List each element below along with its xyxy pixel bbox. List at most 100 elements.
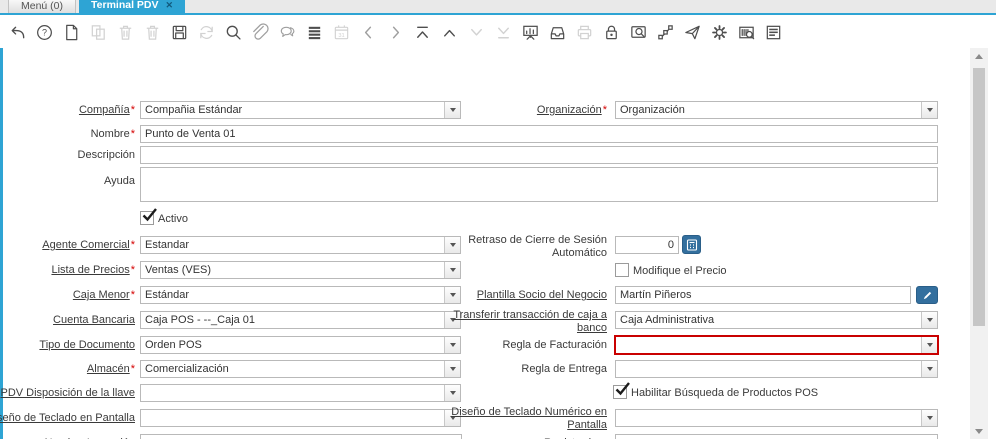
lista-precios-value[interactable]: Ventas (VES) — [141, 262, 444, 278]
caja-menor-value[interactable]: Estándar — [141, 287, 444, 303]
regla-entrega-value[interactable] — [616, 361, 921, 377]
caja-menor-combo[interactable]: Estándar — [140, 286, 461, 304]
ayuda-label: Ayuda — [104, 175, 135, 188]
tipo-documento-value[interactable]: Orden POS — [141, 337, 444, 353]
last-record-icon — [493, 23, 513, 43]
chevron-down-icon[interactable] — [444, 385, 460, 401]
help-icon[interactable]: ? — [34, 23, 54, 43]
almacen-value[interactable]: Comercialización — [141, 361, 444, 377]
find-icon[interactable] — [223, 23, 243, 43]
cuenta-bancaria-combo[interactable]: Caja POS - --_Caja 01 — [140, 311, 461, 329]
organizacion-combo[interactable]: Organización — [615, 101, 938, 119]
compania-label[interactable]: Compañía* — [79, 104, 135, 117]
regla-entrega-combo[interactable] — [615, 360, 938, 378]
compania-value[interactable]: Compañia Estándar — [141, 102, 444, 118]
descripcion-label: Descripción — [78, 149, 135, 162]
scroll-up-icon[interactable] — [970, 48, 988, 64]
diseno-teclado-numerico-label[interactable]: Diseño de Teclado Numérico en Pantalla — [450, 406, 607, 432]
pdv-disposicion-label[interactable]: PDV Disposición de la llave — [0, 387, 135, 400]
caja-menor-label[interactable]: Caja Menor* — [73, 289, 135, 302]
agente-comercial-value[interactable]: Estandar — [141, 237, 444, 253]
nombre-impresion-input[interactable] — [140, 434, 462, 439]
report-icon[interactable] — [520, 23, 540, 43]
transferir-caja-value[interactable]: Caja Administrativa — [616, 312, 921, 328]
calendar-icon: 31 — [331, 23, 351, 43]
tab-terminal-pdv[interactable]: Terminal PDV ✕ — [79, 0, 185, 13]
lista-precios-label[interactable]: Lista de Precios* — [51, 264, 135, 277]
diseno-teclado-label[interactable]: Diseño de Teclado en Pantalla — [0, 412, 135, 425]
chevron-down-icon[interactable] — [921, 361, 937, 377]
delete-selection-icon — [142, 23, 162, 43]
product-info-icon[interactable] — [736, 23, 756, 43]
tab-menu[interactable]: Menú (0) — [8, 0, 76, 13]
tipo-documento-label[interactable]: Tipo de Documento — [39, 339, 135, 352]
archive-icon[interactable] — [547, 23, 567, 43]
pdv-disposicion-value[interactable] — [141, 385, 444, 401]
almacen-label[interactable]: Almacén* — [87, 363, 135, 376]
chevron-down-icon[interactable] — [921, 312, 937, 328]
organizacion-label[interactable]: Organización* — [537, 104, 607, 117]
descripcion-input[interactable] — [140, 146, 938, 164]
chat-icon[interactable] — [277, 23, 297, 43]
chevron-left-icon[interactable] — [358, 23, 378, 43]
plantilla-socio-input[interactable] — [615, 286, 911, 304]
activo-checkbox[interactable] — [140, 211, 154, 225]
agente-comercial-combo[interactable]: Estandar — [140, 236, 461, 254]
undo-icon[interactable] — [7, 23, 27, 43]
parent-record-icon[interactable] — [439, 23, 459, 43]
organizacion-value[interactable]: Organización — [616, 102, 921, 118]
diseno-teclado-combo[interactable] — [140, 409, 461, 427]
chevron-down-icon[interactable] — [444, 262, 460, 278]
first-record-icon[interactable] — [412, 23, 432, 43]
scroll-down-icon[interactable] — [970, 423, 988, 439]
diseno-teclado-value[interactable] — [141, 410, 444, 426]
retraso-cierre-input[interactable] — [615, 236, 679, 254]
calculator-button[interactable] — [682, 235, 701, 254]
agente-comercial-label[interactable]: Agente Comercial* — [42, 239, 135, 252]
save-icon[interactable] — [169, 23, 189, 43]
zoom-across-icon[interactable] — [628, 23, 648, 43]
preferences-icon[interactable] — [709, 23, 729, 43]
vertical-scrollbar[interactable] — [970, 48, 988, 439]
new-record-icon[interactable] — [61, 23, 81, 43]
ayuda-textarea[interactable] — [140, 167, 938, 202]
regla-facturacion-combo[interactable] — [614, 335, 939, 355]
transferir-caja-label[interactable]: Transferir transacción de caja a banco — [445, 309, 607, 335]
pdv-disposicion-combo[interactable] — [140, 384, 461, 402]
cuenta-bancaria-label[interactable]: Cuenta Bancaria — [53, 314, 135, 327]
modifique-precio-label: Modifique el Precio — [633, 265, 727, 277]
scrollbar-thumb[interactable] — [973, 68, 985, 326]
grid-toggle-icon[interactable] — [304, 23, 324, 43]
nombre-input[interactable] — [140, 125, 938, 143]
modifique-precio-checkbox[interactable] — [615, 263, 629, 277]
habilitar-busqueda-checkbox[interactable] — [613, 385, 627, 399]
cuenta-bancaria-value[interactable]: Caja POS - --_Caja 01 — [141, 312, 444, 328]
tab-terminal-pdv-label: Terminal PDV — [91, 0, 159, 13]
plantilla-socio-label[interactable]: Plantilla Socio del Negocio — [477, 289, 607, 302]
chevron-right-icon[interactable] — [385, 23, 405, 43]
diseno-teclado-numerico-combo[interactable] — [615, 409, 938, 427]
request-icon[interactable] — [682, 23, 702, 43]
regla-facturacion-value[interactable] — [616, 337, 921, 353]
lista-precios-combo[interactable]: Ventas (VES) — [140, 261, 461, 279]
lock-icon[interactable] — [601, 23, 621, 43]
active-panel-accent — [0, 48, 3, 439]
chevron-down-icon[interactable] — [921, 337, 937, 353]
chevron-down-icon[interactable] — [921, 410, 937, 426]
registradora-input[interactable] — [615, 434, 938, 439]
chevron-down-icon[interactable] — [444, 337, 460, 353]
transferir-caja-combo[interactable]: Caja Administrativa — [615, 311, 938, 329]
chevron-down-icon[interactable] — [444, 287, 460, 303]
compania-combo[interactable]: Compañia Estándar — [140, 101, 461, 119]
workflow-icon[interactable] — [655, 23, 675, 43]
chevron-down-icon[interactable] — [444, 102, 460, 118]
edit-button[interactable] — [916, 286, 938, 304]
attachment-icon[interactable] — [250, 23, 270, 43]
tipo-documento-combo[interactable]: Orden POS — [140, 336, 461, 354]
chevron-down-icon[interactable] — [921, 102, 937, 118]
diseno-teclado-numerico-value[interactable] — [616, 410, 921, 426]
close-icon[interactable]: ✕ — [166, 0, 174, 13]
almacen-combo[interactable]: Comercialización — [140, 360, 461, 378]
chevron-down-icon[interactable] — [444, 361, 460, 377]
report-document-icon[interactable] — [763, 23, 783, 43]
